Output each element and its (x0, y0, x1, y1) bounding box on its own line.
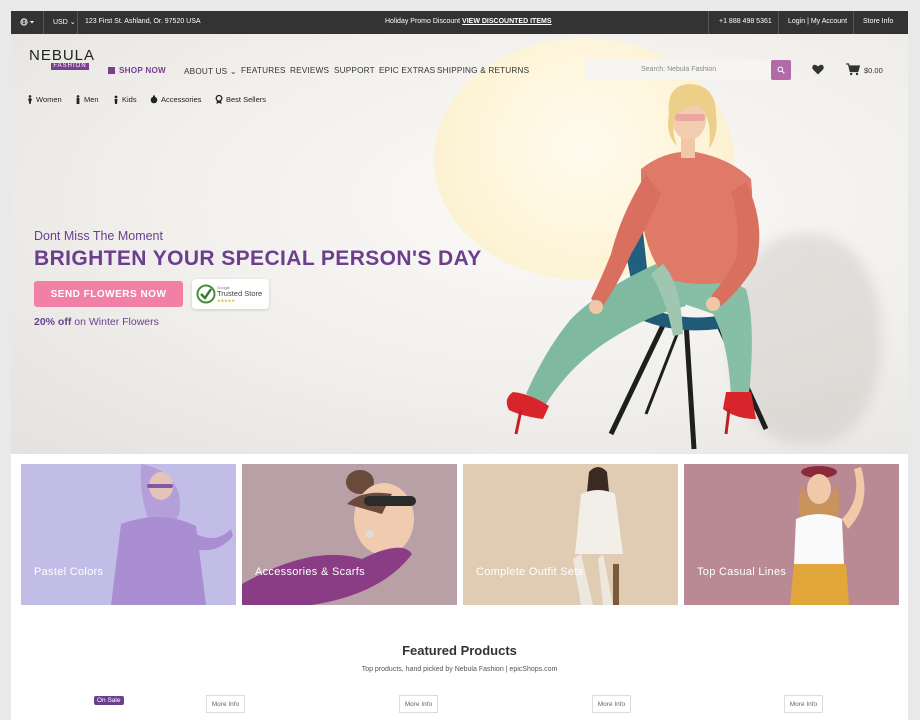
category-accessories-label: Accessories (161, 95, 202, 104)
nav-shipping-returns[interactable]: SHIPPING & RETURNS (437, 66, 529, 75)
logo-subtitle: FASHION (51, 63, 89, 70)
category-women[interactable]: Women (27, 95, 62, 104)
offer-text: on Winter Flowers (74, 316, 159, 328)
category-accessories[interactable]: Accessories (150, 95, 201, 104)
nav-features[interactable]: FEATURES (241, 66, 286, 75)
category-best-sellers[interactable]: Best Sellers (215, 95, 266, 104)
hero-headline: BRIGHTEN YOUR SPECIAL PERSON'S DAY (34, 247, 482, 270)
nav-about-us-label: ABOUT US (184, 67, 228, 76)
tile-outfit-image (573, 467, 623, 605)
trusted-store-badge[interactable]: Google Trusted Store ★★★★★ (192, 279, 269, 309)
bag-icon (150, 95, 158, 104)
chevron-down-icon: ⌄ (229, 67, 237, 76)
promo-text: Holiday Promo Discount VIEW DISCOUNTED I… (385, 18, 552, 25)
hero-eyebrow: Dont Miss The Moment (34, 229, 163, 243)
more-info-button[interactable]: More Info (206, 695, 245, 713)
category-men[interactable]: Men (75, 95, 99, 104)
tile-accessories-scarfs[interactable]: Accessories & Scarfs (242, 464, 457, 605)
tile-complete-outfit-sets-label: Complete Outfit Sets (476, 566, 584, 578)
heart-icon[interactable] (812, 64, 824, 75)
phone-number[interactable]: +1 888 498 5361 (719, 18, 772, 25)
featured-subtitle: Top products, hand picked by Nebula Fash… (361, 666, 558, 673)
more-info-button[interactable]: More Info (784, 695, 823, 713)
tile-pastel-colors-label: Pastel Colors (34, 566, 104, 578)
currency-label: USD (53, 19, 68, 26)
promo-label: Holiday Promo Discount (385, 18, 461, 25)
tile-complete-outfit-sets[interactable]: Complete Outfit Sets (463, 464, 678, 605)
hero-model-image (506, 84, 769, 450)
checkmark-icon (196, 284, 216, 304)
top-bar: USD ⌄ 123 First St. Ashland, Or. 97520 U… (11, 11, 908, 34)
cart-icon[interactable] (846, 63, 860, 76)
category-men-label: Men (84, 95, 99, 104)
tile-casual-image (790, 466, 865, 605)
category-women-label: Women (36, 95, 62, 104)
nav-support[interactable]: SUPPORT (334, 66, 375, 75)
sale-badge: On Sale (94, 696, 124, 705)
search-button[interactable] (771, 60, 791, 80)
tile-pastel-colors[interactable]: Pastel Colors (21, 464, 236, 605)
category-kids[interactable]: Kids (113, 95, 137, 104)
page: USD ⌄ 123 First St. Ashland, Or. 97520 U… (11, 11, 908, 720)
address-text: 123 First St. Ashland, Or. 97520 USA (85, 18, 201, 25)
send-flowers-button[interactable]: SEND FLOWERS NOW (34, 281, 183, 307)
store-info-link[interactable]: Store Info (863, 18, 893, 25)
tile-top-casual-lines-label: Top Casual Lines (697, 566, 787, 578)
tile-accessories-scarfs-label: Accessories & Scarfs (255, 566, 365, 578)
offer-percent: 20% off (34, 316, 72, 328)
category-best-sellers-label: Best Sellers (226, 95, 267, 104)
square-icon (108, 67, 115, 74)
hero-banner: NEBULA FASHION SHOP NOW ABOUT US ⌄ FEATU… (11, 34, 908, 454)
nav-epic-extras[interactable]: EPIC EXTRAS (379, 66, 435, 75)
more-info-button[interactable]: More Info (399, 695, 438, 713)
currency-select[interactable]: USD ⌄ (53, 18, 76, 26)
chevron-down-icon: ⌄ (69, 19, 76, 26)
promo-link[interactable]: VIEW DISCOUNTED ITEMS (462, 18, 551, 25)
hero-offer: 20% off on Winter Flowers (34, 316, 159, 328)
cart-total[interactable]: $0.00 (864, 66, 883, 75)
badge-stars: ★★★★★ (217, 298, 235, 303)
tile-top-casual-lines[interactable]: Top Casual Lines (684, 464, 899, 605)
nav-shop-now-label: SHOP NOW (119, 66, 166, 75)
search-icon (777, 66, 785, 74)
man-icon (76, 95, 80, 104)
woman-icon (28, 95, 32, 104)
tile-accessories-image (242, 470, 416, 605)
account-link[interactable]: Login | My Account (788, 18, 847, 25)
nav-reviews[interactable]: REVIEWS (290, 66, 329, 75)
brand-logo[interactable]: NEBULA FASHION (29, 47, 96, 70)
badge-label: Trusted Store (217, 289, 263, 298)
child-icon (114, 95, 118, 104)
globe-icon[interactable] (20, 17, 36, 29)
nav-shop-now[interactable]: SHOP NOW (108, 66, 166, 75)
logo-wordmark: NEBULA (29, 47, 96, 64)
featured-title: Featured Products (402, 643, 517, 658)
tile-pastel-image (111, 464, 233, 605)
nav-about-us[interactable]: ABOUT US ⌄ (184, 66, 237, 76)
category-kids-label: Kids (122, 95, 137, 104)
award-icon (215, 95, 223, 104)
search-placeholder: Search: Nebula Fashion (641, 66, 717, 73)
more-info-button[interactable]: More Info (592, 695, 631, 713)
